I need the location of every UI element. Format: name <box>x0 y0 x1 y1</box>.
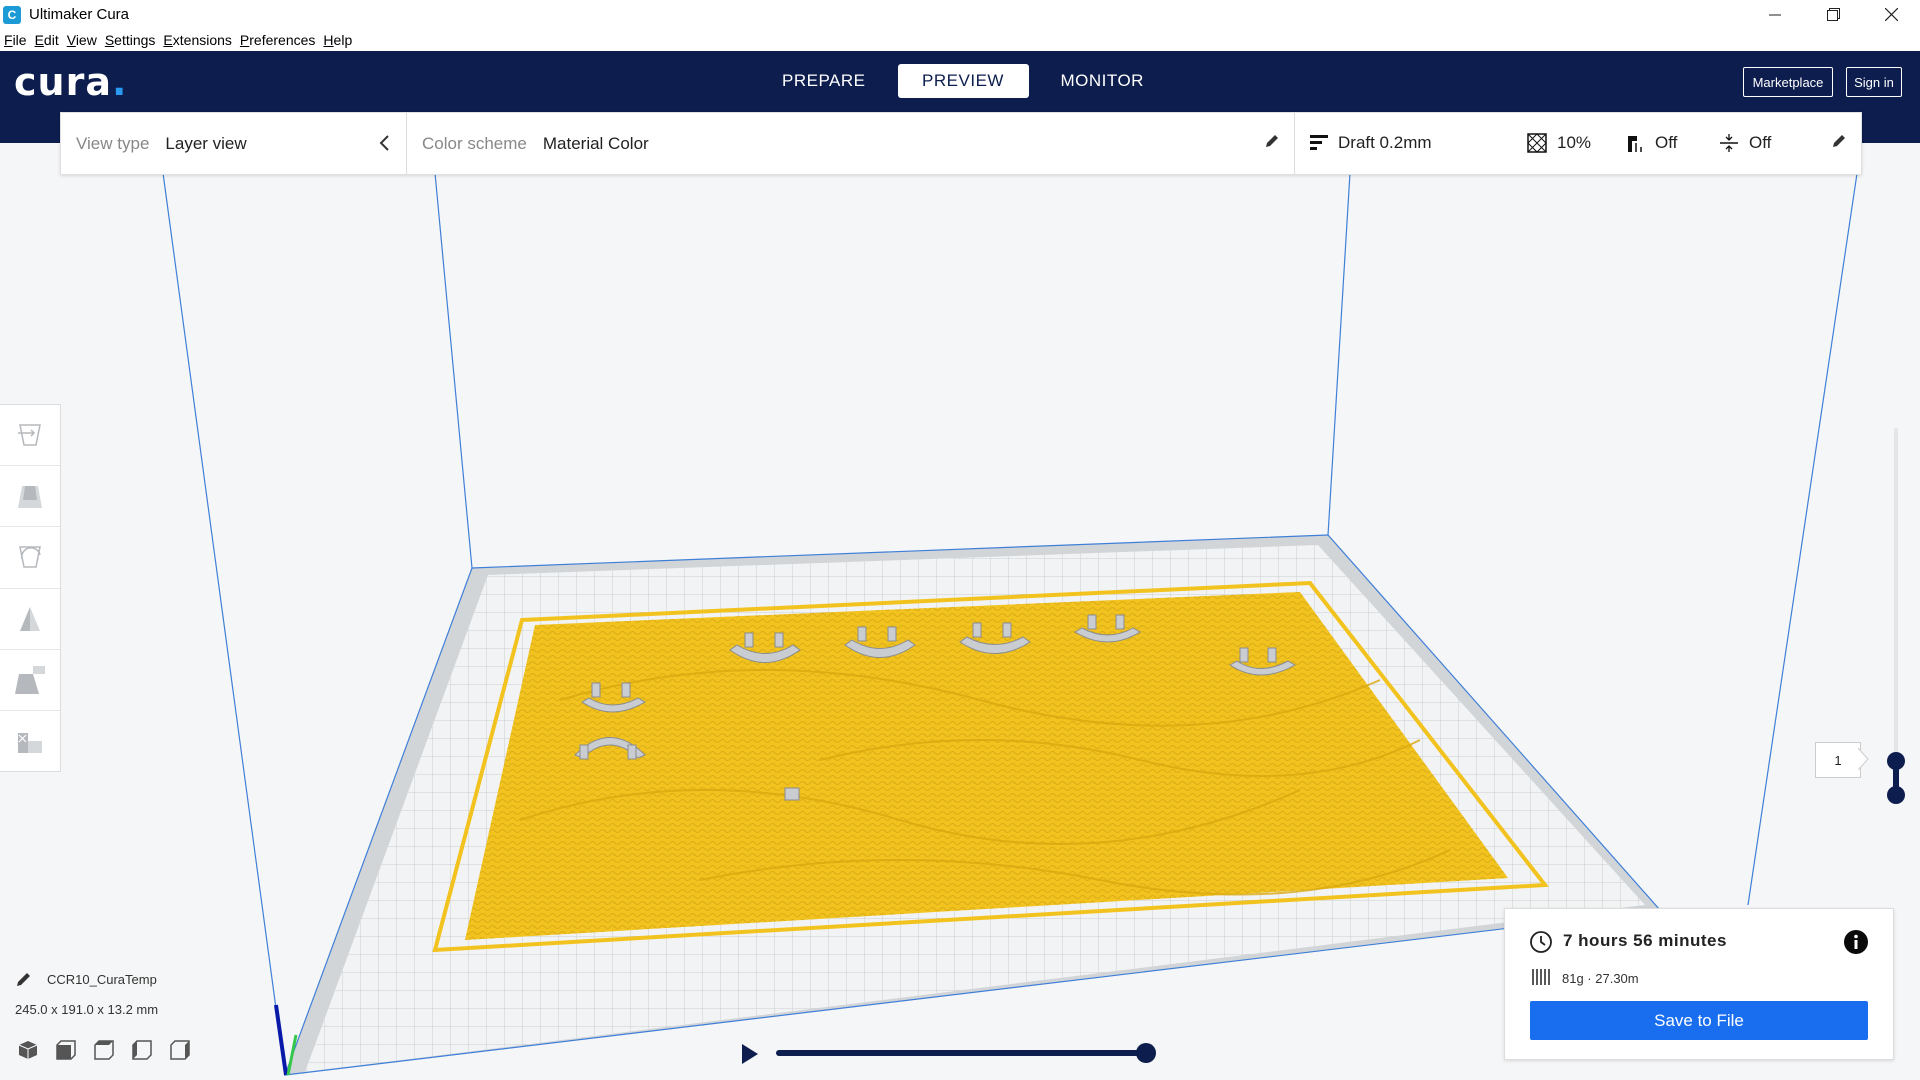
volume-edge <box>434 172 473 569</box>
machine-info[interactable]: CCR10_CuraTemp <box>15 970 157 988</box>
z-axis <box>274 1004 288 1076</box>
cura-app-icon: C <box>3 5 21 24</box>
menu-view[interactable]: View <box>63 32 101 48</box>
camera-view-buttons <box>18 1040 190 1060</box>
print-settings-selector[interactable]: Draft 0.2mm 10% Off Off <box>1295 113 1861 174</box>
adhesion-icon <box>1720 134 1738 152</box>
per-model-settings-icon <box>15 665 45 694</box>
material-usage: 81g · 27.30m <box>1562 971 1639 986</box>
play-icon[interactable] <box>740 1043 760 1065</box>
view-type-selector[interactable]: View type Layer view <box>61 113 407 174</box>
adhesion-setting: Off <box>1719 133 1771 153</box>
model-dimensions: 245.0 x 191.0 x 13.2 mm <box>15 1002 159 1017</box>
color-scheme-label: Color scheme <box>422 133 527 153</box>
move-icon <box>18 424 41 446</box>
menu-settings[interactable]: Settings <box>101 32 160 48</box>
front-view-icon[interactable] <box>56 1040 76 1060</box>
close-window-button[interactable] <box>1862 0 1920 29</box>
tab-monitor[interactable]: MONITOR <box>1029 64 1176 98</box>
adhesion-value: Off <box>1749 133 1772 152</box>
menu-bar: File Edit View Settings Extensions Prefe… <box>0 29 1920 51</box>
print-information-panel: 7 hours 56 minutes 81g · 27.30m Save to … <box>1504 908 1894 1060</box>
menu-preferences[interactable]: Preferences <box>236 32 320 48</box>
per-model-settings-tool[interactable] <box>0 650 60 711</box>
print-time: 7 hours 56 minutes <box>1563 931 1727 950</box>
window-title: Ultimaker Cura <box>29 6 130 23</box>
profile-setting: Draft 0.2mm <box>1310 133 1432 153</box>
path-slider-handle[interactable] <box>1136 1043 1156 1063</box>
save-to-file-button[interactable]: Save to File <box>1530 1001 1868 1040</box>
pencil-icon[interactable] <box>1264 133 1280 149</box>
layer-lower-handle[interactable] <box>1887 786 1905 804</box>
path-slider-track[interactable] <box>776 1050 1146 1056</box>
restore-icon <box>1826 8 1840 21</box>
tab-prepare[interactable]: PREPARE <box>750 64 898 98</box>
volume-edge <box>162 172 286 1076</box>
rotate-tool[interactable] <box>0 527 60 589</box>
left-view-icon[interactable] <box>132 1040 152 1060</box>
pencil-icon <box>17 973 30 986</box>
support-icon <box>1628 136 1642 152</box>
volume-edge <box>1327 172 1351 536</box>
volume-edge <box>1747 143 1863 906</box>
cura-logo: cura. <box>14 60 128 104</box>
mirror-tool[interactable] <box>0 589 60 650</box>
move-tool[interactable] <box>0 405 60 467</box>
infill-icon <box>1527 133 1547 153</box>
layer-slider-track[interactable] <box>1894 428 1898 800</box>
scale-icon <box>18 486 42 509</box>
menu-extensions[interactable]: Extensions <box>159 32 236 48</box>
minimize-icon <box>1769 14 1781 15</box>
view-type-label: View type <box>76 133 150 153</box>
clock-icon <box>1530 931 1552 953</box>
support-blocker-icon <box>18 732 42 753</box>
filament-icon <box>1532 969 1550 985</box>
mirror-icon <box>20 606 40 631</box>
scale-tool[interactable] <box>0 466 60 528</box>
machine-name: CCR10_CuraTemp <box>47 971 157 987</box>
right-view-icon[interactable] <box>170 1040 190 1060</box>
color-scheme-selector[interactable]: Color scheme Material Color <box>407 113 1295 174</box>
support-value: Off <box>1655 133 1678 152</box>
infill-value: 10% <box>1557 133 1592 152</box>
restore-button[interactable] <box>1804 0 1862 29</box>
tab-preview[interactable]: PREVIEW <box>897 64 1029 98</box>
rotate-icon <box>19 546 41 569</box>
minimize-button[interactable] <box>1746 0 1804 29</box>
menu-help[interactable]: Help <box>319 32 356 48</box>
profile-value: Draft 0.2mm <box>1338 133 1432 152</box>
stage-tabs: PREPARE PREVIEW MONITOR <box>750 64 1176 98</box>
view-toolbar: View type Layer view Color scheme Materi… <box>60 112 1862 175</box>
tool-panel <box>0 404 61 772</box>
color-scheme-value: Material Color <box>542 133 649 153</box>
3d-view-icon[interactable] <box>18 1040 38 1060</box>
infill-setting: 10% <box>1527 133 1591 153</box>
close-icon <box>1884 8 1898 21</box>
support-blocker-tool[interactable] <box>0 711 60 771</box>
top-view-icon[interactable] <box>94 1040 114 1060</box>
pencil-icon[interactable] <box>1831 133 1847 149</box>
menu-edit[interactable]: Edit <box>31 32 63 48</box>
info-icon[interactable] <box>1844 930 1868 954</box>
view-type-value: Layer view <box>165 133 247 153</box>
layer-playback <box>740 1040 1160 1068</box>
support-setting: Off <box>1625 133 1677 153</box>
layer-number-input[interactable]: 1 <box>1815 742 1861 778</box>
marketplace-button[interactable]: Marketplace <box>1743 67 1833 97</box>
title-bar: C Ultimaker Cura <box>0 0 1920 29</box>
profile-icon <box>1310 135 1328 150</box>
chevron-left-icon <box>379 135 389 151</box>
menu-file[interactable]: File <box>0 32 31 48</box>
sign-in-button[interactable]: Sign in <box>1846 67 1902 97</box>
layer-pointer-icon <box>1858 748 1869 770</box>
